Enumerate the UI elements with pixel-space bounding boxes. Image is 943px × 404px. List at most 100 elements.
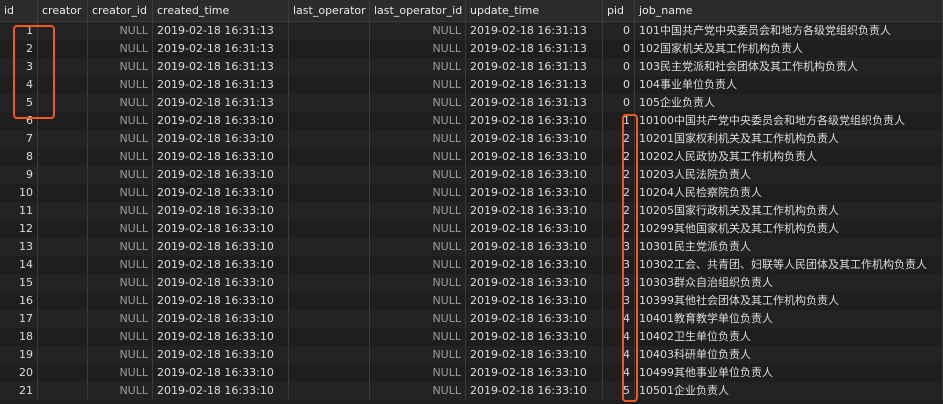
cell-job-name[interactable]: 10202人民政协及其工作机构负责人 [635, 148, 943, 166]
cell-creator-id[interactable]: NULL [88, 292, 153, 310]
table-row[interactable]: 3 NULL 2019-02-18 16:31:13 NULL 2019-02-18 1… [0, 58, 943, 76]
cell-update-time[interactable]: 2019-02-18 16:33:10 [466, 202, 603, 220]
cell-id[interactable]: 14 [0, 256, 38, 274]
cell-creator[interactable] [38, 292, 88, 310]
cell-creator[interactable] [38, 256, 88, 274]
cell-last-operator[interactable] [289, 184, 370, 202]
cell-job-name[interactable]: 10201国家权利机关及其工作机构负责人 [635, 130, 943, 148]
cell-last-operator[interactable] [289, 40, 370, 58]
cell-created-time[interactable]: 2019-02-18 16:33:10 [153, 148, 289, 166]
cell-update-time[interactable]: 2019-02-18 16:33:10 [466, 112, 603, 130]
cell-id[interactable]: 9 [0, 166, 38, 184]
cell-creator-id[interactable]: NULL [88, 166, 153, 184]
cell-pid[interactable]: 2 [603, 220, 635, 238]
cell-last-operator-id[interactable]: NULL [370, 364, 466, 382]
cell-creator[interactable] [38, 382, 88, 400]
cell-last-operator[interactable] [289, 166, 370, 184]
cell-job-name[interactable]: 10403科研单位负责人 [635, 346, 943, 364]
cell-creator[interactable] [38, 94, 88, 112]
cell-creator-id[interactable]: NULL [88, 364, 153, 382]
cell-update-time[interactable]: 2019-02-18 16:33:10 [466, 220, 603, 238]
cell-creator[interactable] [38, 76, 88, 94]
cell-last-operator-id[interactable]: NULL [370, 328, 466, 346]
cell-id[interactable]: 17 [0, 310, 38, 328]
cell-update-time[interactable]: 2019-02-18 16:33:10 [466, 346, 603, 364]
table-row[interactable]: 6 NULL 2019-02-18 16:33:10 NULL 2019-02-18 1… [0, 112, 943, 130]
cell-creator[interactable] [38, 238, 88, 256]
cell-creator[interactable] [38, 328, 88, 346]
cell-pid[interactable]: 4 [603, 346, 635, 364]
cell-last-operator[interactable] [289, 310, 370, 328]
cell-id[interactable]: 12 [0, 220, 38, 238]
cell-last-operator-id[interactable]: NULL [370, 40, 466, 58]
cell-update-time[interactable]: 2019-02-18 16:33:10 [466, 238, 603, 256]
table-row[interactable]: 18 NULL 2019-02-18 16:33:10 NULL 2019-02-18 … [0, 328, 943, 346]
table-row[interactable]: 17 NULL 2019-02-18 16:33:10 NULL 2019-02-18 … [0, 310, 943, 328]
cell-id[interactable]: 19 [0, 346, 38, 364]
cell-created-time[interactable]: 2019-02-18 16:31:13 [153, 22, 289, 40]
table-row[interactable]: 8 NULL 2019-02-18 16:33:10 NULL 2019-02-18 1… [0, 148, 943, 166]
cell-update-time[interactable]: 2019-02-18 16:33:10 [466, 166, 603, 184]
cell-last-operator-id[interactable]: NULL [370, 148, 466, 166]
table-row[interactable]: 2 NULL 2019-02-18 16:31:13 NULL 2019-02-18 1… [0, 40, 943, 58]
cell-creator[interactable] [38, 148, 88, 166]
cell-job-name[interactable]: 10299其他国家机关及其工作机构负责人 [635, 220, 943, 238]
cell-last-operator[interactable] [289, 112, 370, 130]
cell-job-name[interactable]: 10204人民检察院负责人 [635, 184, 943, 202]
table-row[interactable]: 19 NULL 2019-02-18 16:33:10 NULL 2019-02-18 … [0, 346, 943, 364]
cell-last-operator-id[interactable]: NULL [370, 184, 466, 202]
cell-creator-id[interactable]: NULL [88, 274, 153, 292]
cell-creator-id[interactable]: NULL [88, 76, 153, 94]
table-row[interactable]: 7 NULL 2019-02-18 16:33:10 NULL 2019-02-18 1… [0, 130, 943, 148]
cell-id[interactable]: 15 [0, 274, 38, 292]
cell-created-time[interactable]: 2019-02-18 16:33:10 [153, 382, 289, 400]
cell-created-time[interactable]: 2019-02-18 16:31:13 [153, 76, 289, 94]
cell-last-operator-id[interactable]: NULL [370, 202, 466, 220]
cell-id[interactable]: 18 [0, 328, 38, 346]
column-header-created-time[interactable]: created_time [153, 0, 289, 21]
cell-creator[interactable] [38, 310, 88, 328]
cell-created-time[interactable]: 2019-02-18 16:33:10 [153, 202, 289, 220]
cell-creator[interactable] [38, 220, 88, 238]
cell-creator[interactable] [38, 166, 88, 184]
cell-job-name[interactable]: 10203人民法院负责人 [635, 166, 943, 184]
cell-created-time[interactable]: 2019-02-18 16:33:10 [153, 310, 289, 328]
cell-last-operator[interactable] [289, 292, 370, 310]
cell-pid[interactable]: 0 [603, 94, 635, 112]
cell-pid[interactable]: 4 [603, 310, 635, 328]
cell-update-time[interactable]: 2019-02-18 16:31:13 [466, 22, 603, 40]
cell-job-name[interactable]: 10399其他社会团体及其工作机构负责人 [635, 292, 943, 310]
column-header-last-operator[interactable]: last_operator [289, 0, 370, 21]
column-header-id[interactable]: id [0, 0, 38, 21]
cell-job-name[interactable]: 10499其他事业单位负责人 [635, 364, 943, 382]
cell-last-operator[interactable] [289, 238, 370, 256]
cell-creator[interactable] [38, 346, 88, 364]
cell-id[interactable]: 3 [0, 58, 38, 76]
cell-created-time[interactable]: 2019-02-18 16:33:10 [153, 220, 289, 238]
cell-last-operator[interactable] [289, 130, 370, 148]
cell-update-time[interactable]: 2019-02-18 16:31:13 [466, 76, 603, 94]
cell-last-operator-id[interactable]: NULL [370, 22, 466, 40]
cell-update-time[interactable]: 2019-02-18 16:33:10 [466, 256, 603, 274]
cell-pid[interactable]: 0 [603, 22, 635, 40]
cell-job-name[interactable]: 10100中国共产党中央委员会和地方各级党组织负责人 [635, 112, 943, 130]
column-header-update-time[interactable]: update_time [466, 0, 603, 21]
cell-update-time[interactable]: 2019-02-18 16:33:10 [466, 328, 603, 346]
cell-creator[interactable] [38, 22, 88, 40]
cell-id[interactable]: 1 [0, 22, 38, 40]
cell-job-name[interactable]: 101中国共产党中央委员会和地方各级党组织负责人 [635, 22, 943, 40]
cell-creator-id[interactable]: NULL [88, 130, 153, 148]
cell-created-time[interactable]: 2019-02-18 16:33:10 [153, 112, 289, 130]
cell-creator[interactable] [38, 112, 88, 130]
cell-id[interactable]: 7 [0, 130, 38, 148]
cell-pid[interactable]: 1 [603, 112, 635, 130]
cell-job-name[interactable]: 10301民主党派负责人 [635, 238, 943, 256]
cell-id[interactable]: 16 [0, 292, 38, 310]
cell-last-operator-id[interactable]: NULL [370, 310, 466, 328]
cell-update-time[interactable]: 2019-02-18 16:33:10 [466, 364, 603, 382]
cell-last-operator-id[interactable]: NULL [370, 238, 466, 256]
table-row[interactable]: 13 NULL 2019-02-18 16:33:10 NULL 2019-02-18 … [0, 238, 943, 256]
cell-creator-id[interactable]: NULL [88, 94, 153, 112]
cell-creator-id[interactable]: NULL [88, 238, 153, 256]
cell-creator[interactable] [38, 364, 88, 382]
